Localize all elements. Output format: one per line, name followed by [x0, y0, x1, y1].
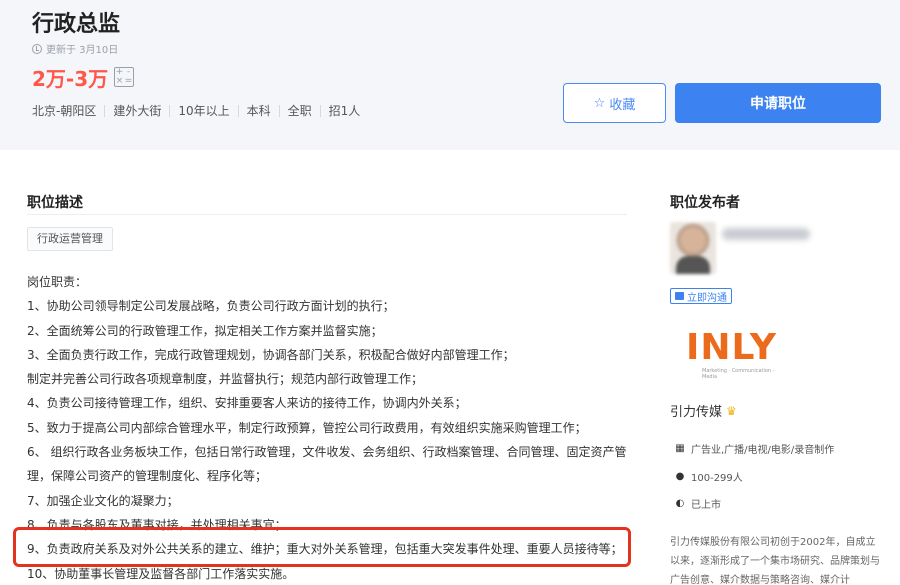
industry-text: 广告业,广播/电视/电影/录音制作: [691, 445, 835, 456]
company-stage: ◐ 已上市: [675, 496, 721, 511]
star-icon: ☆: [593, 95, 606, 111]
avatar[interactable]: [670, 222, 716, 274]
description-heading: 职位描述: [27, 195, 83, 211]
description-line: 5、致力于提高公司内部综合管理水平，制定行政预算，管控公司行政费用，有效组织实施…: [27, 420, 587, 435]
chat-button[interactable]: 立即沟通: [670, 288, 732, 304]
favorite-button[interactable]: ☆ 收藏: [563, 83, 666, 123]
description-line: 3、全面负责行政工作，完成行政管理规划，协调各部门关系，积极配合做好内部管理工作…: [27, 347, 515, 362]
tag-street: 建外大街: [113, 104, 162, 118]
tag-location: 北京-朝阳区: [32, 104, 97, 118]
description-line: 制定并完善公司行政各项规章制度，并监督执行；规范内部行政管理工作；: [27, 372, 424, 387]
crown-icon: ♛: [726, 403, 737, 418]
description-line: 岗位职责：: [27, 275, 88, 289]
divider: [319, 104, 321, 117]
size-text: 100-299人: [691, 473, 743, 484]
job-title: 行政总监: [32, 12, 121, 37]
salary-calculator-icon[interactable]: + - × =: [114, 67, 134, 87]
description-line: 理，保障公司资产的管理制度化、程序化等；: [27, 469, 268, 484]
calc-glyph-times: ×: [115, 76, 124, 86]
highlight-box: [13, 527, 631, 567]
updated-time: 更新于 3月10日: [32, 41, 118, 56]
tag-education: 本科: [246, 104, 271, 118]
divider: [104, 104, 106, 117]
company-logo[interactable]: INLY Marketing · Communication · Media: [686, 327, 786, 381]
salary: 2万-3万: [32, 67, 109, 91]
listing-icon: ◐: [675, 498, 685, 509]
stage-text: 已上市: [691, 500, 721, 511]
logo-wordmark: INLY: [686, 327, 777, 368]
divider: [237, 104, 239, 117]
logo-tagline: Marketing · Communication · Media: [702, 368, 775, 380]
description-line: 2、全面统筹公司的行政管理工作，拟定相关工作方案并监督实施；: [27, 323, 383, 338]
description-line: 4、负责公司接待管理工作，组织、安排重要客人来访的接待工作，协调内外关系；: [27, 396, 467, 411]
divider: [169, 104, 171, 117]
publisher-name-blurred: [722, 228, 810, 240]
divider: [27, 214, 627, 215]
apply-button[interactable]: 申请职位: [675, 83, 881, 123]
company-name: 引力传媒: [670, 405, 723, 420]
publisher-heading: 职位发布者: [670, 195, 740, 211]
updated-text: 更新于 3月10日: [46, 45, 119, 56]
tag-experience: 10年以上: [178, 104, 230, 118]
person-icon: ●: [675, 471, 685, 482]
category-tag[interactable]: 行政运营管理: [27, 227, 113, 251]
description-line: 10、协助董事长管理及监督各部门工作落实实施。: [27, 566, 295, 581]
grid-icon: ▦: [675, 443, 685, 454]
favorite-label: 收藏: [609, 97, 636, 113]
company-industry: ▦ 广告业,广播/电视/电影/录音制作: [675, 441, 834, 456]
company-name-row[interactable]: 引力传媒 ♛: [670, 401, 737, 421]
tag-headcount: 招1人: [328, 104, 361, 118]
description-line: 6、 组织行政各业务板块工作，包括日常行政管理，文件收发、会务组织、行政档案管理…: [27, 445, 627, 460]
calc-glyph-equals: =: [124, 76, 133, 86]
chat-icon: [675, 292, 684, 300]
description-line: 1、协助公司领导制定公司发展战略，负责公司行政方面计划的执行；: [27, 299, 395, 314]
company-size: ● 100-299人: [675, 469, 743, 484]
chat-label: 立即沟通: [687, 292, 727, 304]
job-header: 行政总监 更新于 3月10日 2万-3万 + - × = 北京-朝阳区 建外大街…: [0, 0, 900, 150]
divider: [278, 104, 280, 117]
description-line: 7、加强企业文化的凝聚力；: [27, 493, 179, 508]
company-description: 引力传媒股份有限公司初创于2002年，自成立以来，逐渐形成了一个集市场研究、品牌…: [670, 537, 880, 585]
tag-job-type: 全职: [287, 104, 312, 118]
job-tags: 北京-朝阳区 建外大街 10年以上 本科 全职 招1人: [32, 102, 360, 119]
clock-icon: [32, 43, 42, 54]
